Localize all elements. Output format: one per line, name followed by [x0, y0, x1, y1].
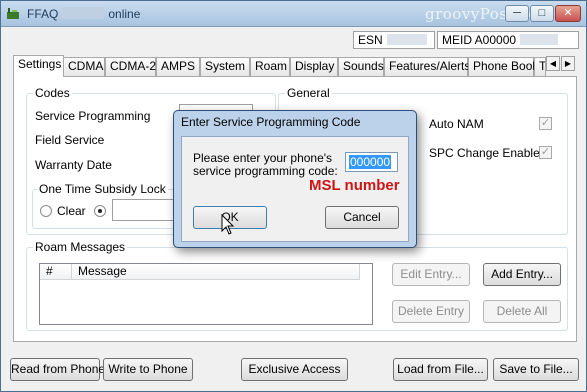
- tab-features-alerts[interactable]: Features/Alerts: [384, 57, 470, 76]
- tab-scroll-left-icon[interactable]: ◀: [546, 56, 560, 71]
- redacted-block: [62, 7, 105, 19]
- spc-change-label: SPC Change Enabled: [429, 146, 547, 160]
- window-title-suffix: online: [108, 7, 141, 21]
- meid-field: MEID A00000: [437, 31, 579, 49]
- edit-entry-button[interactable]: Edit Entry...: [392, 263, 470, 286]
- esn-label: ESN: [358, 33, 383, 47]
- auto-nam-label: Auto NAM: [429, 117, 484, 131]
- esn-field: ESN: [353, 31, 435, 49]
- column-header-message[interactable]: Message: [72, 264, 360, 280]
- spc-code-input[interactable]: 000000: [345, 152, 398, 172]
- tab-cdma[interactable]: CDMA: [63, 57, 105, 76]
- field-service-label: Field Service: [35, 133, 105, 147]
- tab-sounds[interactable]: Sounds: [338, 57, 384, 76]
- maximize-button[interactable]: □: [530, 5, 554, 22]
- tab-scroll-right-icon[interactable]: ▶: [561, 56, 575, 71]
- dialog-prompt-line-1: Please enter your phone's: [193, 151, 333, 165]
- clear-label: Clear: [57, 204, 86, 218]
- service-programming-label: Service Programming: [35, 109, 151, 123]
- window-title: FFAQ online: [27, 7, 140, 21]
- roam-messages-title: Roam Messages: [33, 240, 128, 254]
- codes-group-title: Codes: [33, 86, 72, 100]
- tab-display[interactable]: Display: [290, 57, 338, 76]
- delete-all-button[interactable]: Delete All: [483, 300, 561, 323]
- write-to-phone-button[interactable]: Write to Phone: [103, 358, 193, 381]
- warranty-date-label: Warranty Date: [35, 158, 112, 172]
- spc-dialog: Enter Service Programming Code Please en…: [173, 110, 417, 248]
- tab-roam[interactable]: Roam: [250, 57, 290, 76]
- meid-label: MEID A00000: [442, 33, 517, 47]
- load-from-file-button[interactable]: Load from File...: [393, 358, 488, 381]
- roam-messages-list[interactable]: # Message: [39, 263, 373, 325]
- tab-settings[interactable]: Settings: [13, 55, 64, 77]
- redacted-block: [520, 34, 559, 45]
- redacted-block: [386, 34, 427, 45]
- window-title-prefix: FFAQ: [27, 7, 59, 21]
- cancel-button[interactable]: Cancel: [325, 206, 399, 229]
- clear-radio[interactable]: [40, 205, 52, 217]
- subsidy-lock-title: One Time Subsidy Lock: [37, 182, 168, 196]
- spc-change-checkbox[interactable]: ✓: [539, 146, 552, 159]
- close-button[interactable]: ✕: [555, 5, 581, 22]
- dialog-title: Enter Service Programming Code: [181, 115, 361, 129]
- delete-entry-button[interactable]: Delete Entry: [392, 300, 470, 323]
- read-from-phone-button[interactable]: Read from Phone: [10, 358, 105, 381]
- auto-nam-checkbox[interactable]: ✓: [539, 117, 552, 130]
- tab-system[interactable]: System: [200, 57, 250, 76]
- column-header-number[interactable]: #: [40, 264, 72, 280]
- lock-radio[interactable]: [94, 205, 106, 217]
- roam-messages-group: Roam Messages # Message Edit Entry... Ad…: [26, 240, 568, 331]
- spc-code-value: 000000: [349, 155, 392, 169]
- add-entry-button[interactable]: Add Entry...: [483, 263, 561, 286]
- general-group-title: General: [285, 86, 332, 100]
- msl-annotation: MSL number: [309, 177, 400, 194]
- title-bar[interactable]: FFAQ online groovyPost.com ─ □ ✕: [1, 1, 586, 27]
- tab-amps[interactable]: AMPS: [156, 57, 200, 76]
- tab-truncated[interactable]: T: [534, 57, 546, 76]
- tab-cdma-2[interactable]: CDMA-2: [105, 57, 156, 76]
- mouse-cursor-icon: [221, 214, 235, 235]
- tab-phone-book[interactable]: Phone Book: [468, 57, 538, 76]
- dialog-prompt-line-2: service programming code:: [193, 164, 338, 178]
- phone-app-icon: [7, 8, 19, 19]
- exclusive-access-button[interactable]: Exclusive Access: [241, 358, 348, 381]
- save-to-file-button[interactable]: Save to File...: [493, 358, 579, 381]
- minimize-button[interactable]: ─: [505, 5, 529, 22]
